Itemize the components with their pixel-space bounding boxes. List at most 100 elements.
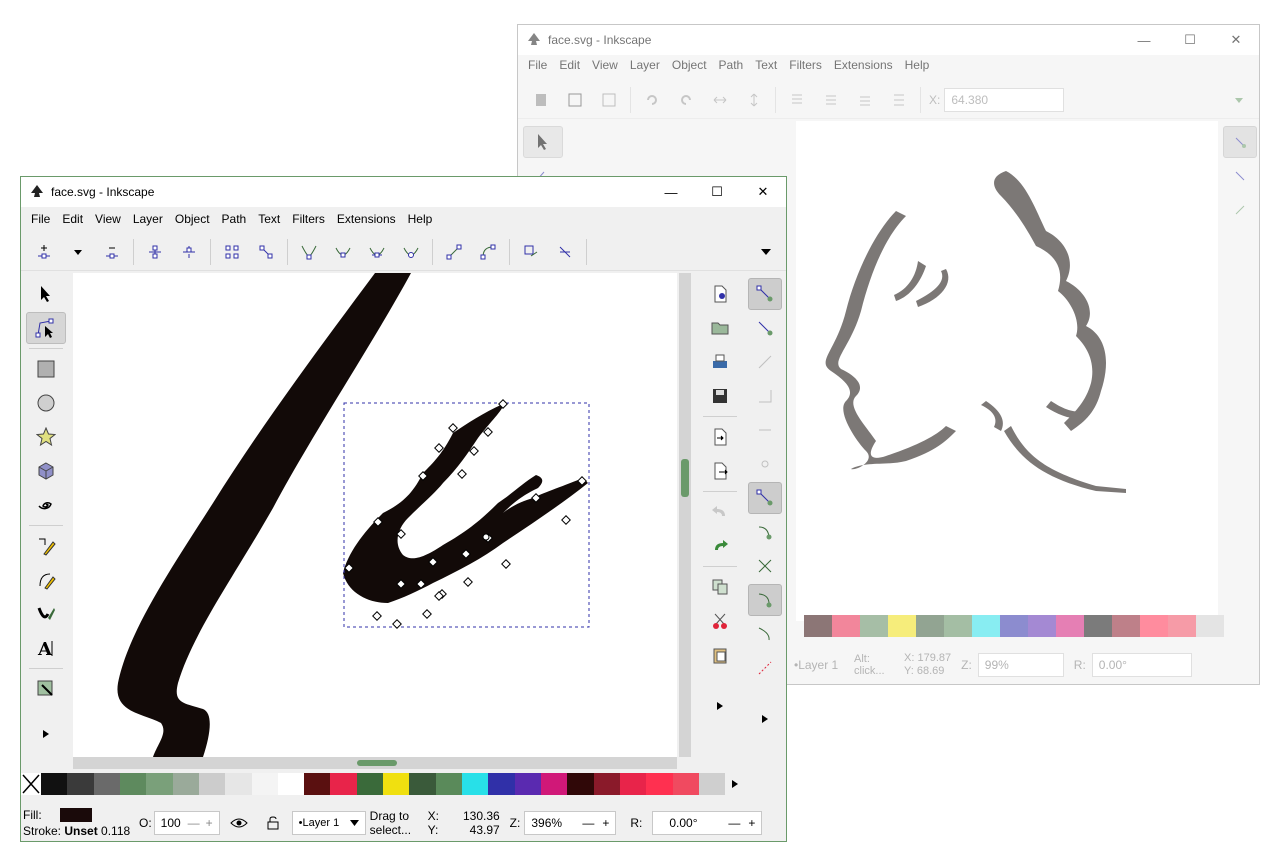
palette-swatch[interactable] [514, 773, 541, 795]
palette-swatch[interactable] [888, 615, 916, 637]
back-rotate-ccw-button[interactable] [635, 85, 669, 115]
commands-more[interactable] [703, 690, 737, 722]
snap-bbox-center-button[interactable] [748, 448, 782, 480]
menu-extensions[interactable]: Extensions [331, 212, 402, 226]
back-snap-nodes[interactable] [1223, 194, 1257, 226]
copy-button[interactable] [703, 571, 737, 603]
menu-filters[interactable]: Filters [286, 212, 331, 226]
snap-more[interactable] [748, 703, 782, 735]
pencil-tool[interactable] [26, 530, 66, 562]
back-rotate-cw-button[interactable] [669, 85, 703, 115]
palette-swatch[interactable] [409, 773, 436, 795]
chevron-down-icon[interactable] [1233, 94, 1245, 106]
zoom-increment-icon[interactable]: + [602, 816, 609, 830]
front-minimize-button[interactable]: — [648, 177, 694, 207]
palette-swatch[interactable] [832, 615, 860, 637]
rectangle-tool[interactable] [26, 353, 66, 385]
pen-tool[interactable] [26, 564, 66, 596]
drawing-canvas[interactable] [73, 273, 677, 757]
snap-intersections-button[interactable] [748, 550, 782, 582]
no-paint-swatch[interactable] [21, 773, 41, 795]
text-tool[interactable]: A [26, 632, 66, 664]
palette-swatch[interactable] [698, 773, 726, 795]
palette-swatch[interactable] [619, 773, 647, 795]
snap-cusp-toggle[interactable] [748, 584, 782, 616]
menu-view[interactable]: View [89, 212, 127, 226]
smooth-node-button[interactable] [326, 237, 360, 267]
palette-swatch[interactable] [1196, 615, 1224, 637]
back-menu-path[interactable]: Path [713, 58, 750, 72]
palette-swatch[interactable] [1140, 615, 1168, 637]
layer-dropdown[interactable]: •Layer 1 [291, 811, 366, 835]
zoom-decrement-icon[interactable]: — [582, 816, 594, 830]
palette-swatch[interactable] [488, 773, 515, 795]
opacity-field[interactable]: 100 — + [153, 811, 220, 835]
chevron-down-icon[interactable] [760, 247, 772, 257]
palette-swatch[interactable] [251, 773, 278, 795]
front-maximize-button[interactable]: ☐ [694, 177, 740, 207]
palette-swatch[interactable] [1000, 615, 1028, 637]
back-menu-view[interactable]: View [586, 58, 624, 72]
decrement-icon[interactable]: — [188, 816, 200, 830]
back-flip-v-button[interactable] [737, 85, 771, 115]
palette-swatch[interactable] [225, 773, 252, 795]
selected-path[interactable] [343, 399, 590, 629]
palette-swatch[interactable] [540, 773, 568, 795]
palette-swatch[interactable] [1056, 615, 1084, 637]
palette-swatch[interactable] [944, 615, 972, 637]
menu-edit[interactable]: Edit [56, 212, 89, 226]
stroke-to-path-button[interactable] [548, 237, 582, 267]
palette-swatch[interactable] [41, 773, 68, 795]
open-button[interactable] [703, 312, 737, 344]
node-tool[interactable] [26, 312, 66, 344]
back-tb-icon-1[interactable] [524, 85, 558, 115]
palette-swatch[interactable] [277, 773, 305, 795]
spiral-tool[interactable] [26, 489, 66, 521]
palette-swatch[interactable] [593, 773, 620, 795]
palette-swatch[interactable] [383, 773, 410, 795]
toolbox-more[interactable] [26, 718, 66, 750]
menu-object[interactable]: Object [169, 212, 216, 226]
toggle-visibility[interactable] [220, 817, 258, 829]
snap-paths-button[interactable] [748, 516, 782, 548]
back-close-button[interactable]: ✕ [1213, 25, 1259, 55]
cusp-node-button[interactable] [292, 237, 326, 267]
back-x-input[interactable]: 64.380 [944, 87, 1065, 112]
snap-bbox-mid-button[interactable] [748, 414, 782, 446]
back-minimize-button[interactable]: — [1121, 25, 1167, 55]
palette-swatch[interactable] [356, 773, 384, 795]
menu-layer[interactable]: Layer [127, 212, 169, 226]
front-close-button[interactable]: ✕ [740, 177, 786, 207]
back-canvas[interactable] [796, 121, 1259, 621]
menu-file[interactable]: File [25, 212, 56, 226]
auto-smooth-button[interactable] [394, 237, 428, 267]
calligraphy-tool[interactable] [26, 598, 66, 630]
snap-global-toggle[interactable] [748, 278, 782, 310]
zoom-tool[interactable] [26, 673, 66, 705]
menu-help[interactable]: Help [402, 212, 439, 226]
palette-swatch[interactable] [462, 773, 489, 795]
palette-swatch[interactable] [646, 773, 673, 795]
horizontal-scrollbar[interactable] [73, 757, 677, 769]
export-button[interactable] [703, 455, 737, 487]
back-menu-filters[interactable]: Filters [783, 58, 828, 72]
palette-swatch[interactable] [1112, 615, 1140, 637]
palette-swatch[interactable] [1168, 615, 1196, 637]
back-lower-button[interactable] [848, 85, 882, 115]
fill-swatch[interactable] [59, 808, 92, 822]
back-titlebar[interactable]: face.svg - Inkscape — ☐ ✕ [518, 25, 1259, 55]
back-menu-object[interactable]: Object [666, 58, 713, 72]
back-tb-icon-2[interactable] [558, 85, 592, 115]
join-segment-button[interactable] [215, 237, 249, 267]
back-zoom-field[interactable]: 99% [977, 653, 1064, 677]
palette-swatch[interactable] [330, 773, 357, 795]
back-menu-text[interactable]: Text [749, 58, 783, 72]
segment-line-button[interactable] [437, 237, 471, 267]
object-to-path-button[interactable] [514, 237, 548, 267]
menu-text[interactable]: Text [252, 212, 286, 226]
palette-swatch[interactable] [304, 773, 331, 795]
paste-button[interactable] [703, 639, 737, 671]
ellipse-tool[interactable] [26, 387, 66, 419]
zoom-field[interactable]: 396% — + [524, 811, 617, 835]
break-path-button[interactable] [172, 237, 206, 267]
